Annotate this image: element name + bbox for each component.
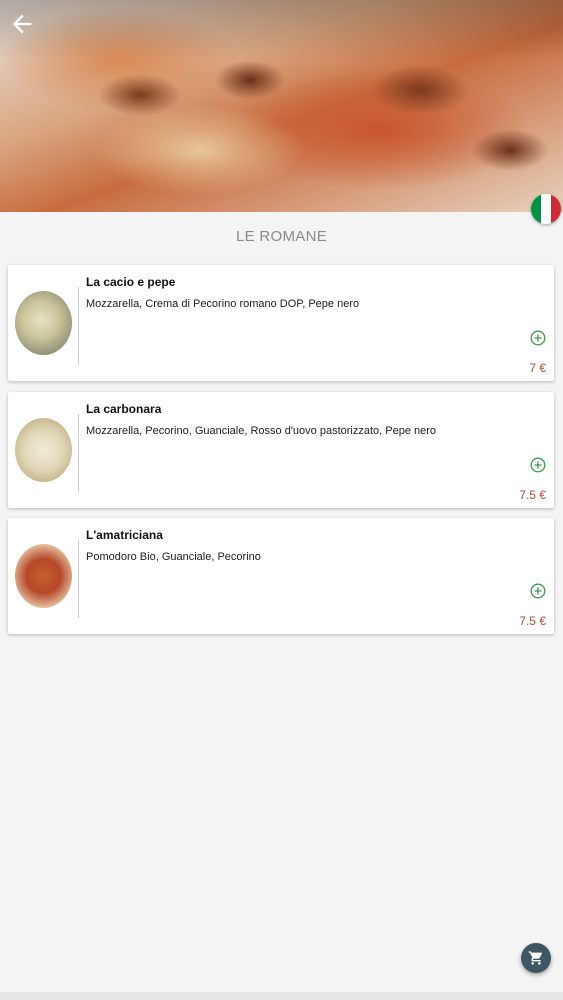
add-to-cart-button[interactable] — [530, 583, 546, 599]
plus-circle-icon — [530, 457, 546, 473]
item-description: Pomodoro Bio, Guanciale, Pecorino — [86, 551, 261, 563]
pizza-thumbnail — [15, 291, 72, 355]
menu-item-card[interactable]: L'amatriciana Pomodoro Bio, Guanciale, P… — [8, 518, 554, 634]
add-to-cart-button[interactable] — [530, 330, 546, 346]
item-name: La cacio e pepe — [86, 275, 176, 289]
add-to-cart-button[interactable] — [530, 457, 546, 473]
item-description: Mozzarella, Pecorino, Guanciale, Rosso d… — [86, 425, 437, 437]
menu-item-card[interactable]: La carbonara Mozzarella, Pecorino, Guanc… — [8, 392, 554, 508]
plus-circle-icon — [530, 583, 546, 599]
back-button[interactable] — [8, 10, 36, 38]
cart-button[interactable] — [521, 943, 551, 973]
shopping-cart-icon — [528, 951, 543, 965]
menu-item-card[interactable]: La cacio e pepe Mozzarella, Crema di Pec… — [8, 265, 554, 381]
item-name: L'amatriciana — [86, 528, 163, 542]
item-name: La carbonara — [86, 402, 162, 416]
item-price: 7 € — [529, 361, 546, 375]
plus-circle-icon — [530, 330, 546, 346]
item-price: 7.5 € — [519, 488, 546, 502]
hero-banner-image — [0, 0, 563, 212]
item-description: Mozzarella, Crema di Pecorino romano DOP… — [86, 298, 360, 310]
arrow-left-icon — [12, 14, 32, 34]
card-divider — [78, 414, 79, 492]
card-divider — [78, 287, 79, 365]
language-selector[interactable] — [531, 194, 561, 224]
bottom-system-bar — [0, 992, 563, 1000]
card-divider — [78, 540, 79, 618]
pizza-thumbnail — [15, 544, 72, 608]
section-title: LE ROMANE — [235, 228, 328, 245]
pizza-thumbnail — [15, 418, 72, 482]
item-price: 7.5 € — [519, 614, 546, 628]
hero-top-shadow — [0, 0, 563, 60]
